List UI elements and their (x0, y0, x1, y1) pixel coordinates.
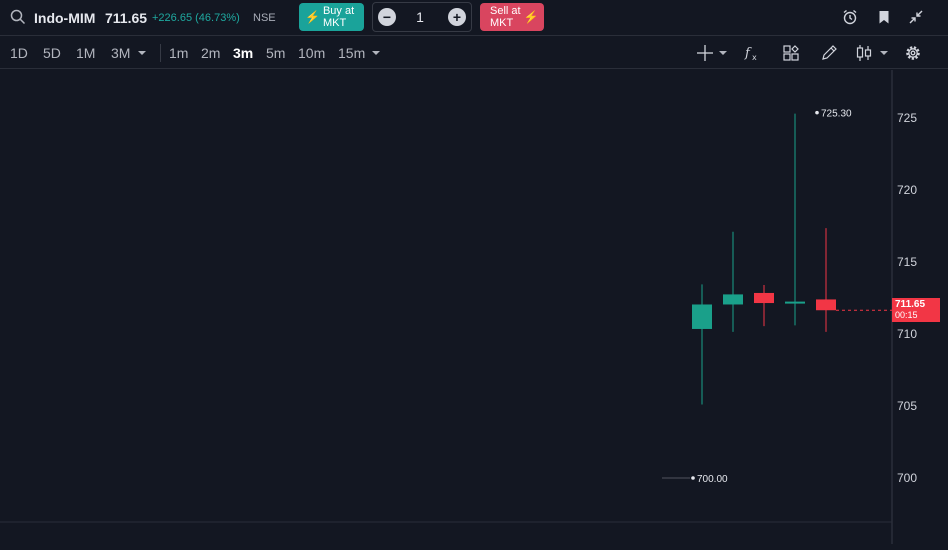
collapse-icon[interactable] (908, 9, 924, 25)
quantity-increase-button[interactable]: + (448, 8, 466, 26)
search-icon[interactable] (10, 9, 26, 25)
interval-10m[interactable]: 10m (298, 45, 325, 61)
alarm-icon[interactable] (842, 9, 858, 25)
candle-body (692, 304, 712, 329)
gear-icon[interactable] (904, 44, 922, 62)
price-chart[interactable]: 725 720 715 710 705 700 725.30 700.00 711.65 0… (0, 70, 948, 550)
interval-1m[interactable]: 1m (169, 45, 188, 61)
interval-2m[interactable]: 2m (201, 45, 220, 61)
price-change: +226.65 (46.73%) (152, 12, 240, 24)
current-price: 711.65 (105, 10, 148, 26)
bolt-icon: ⚡ (305, 10, 320, 24)
bookmark-icon[interactable] (876, 9, 892, 25)
price-tick-label: 710 (897, 327, 917, 341)
range-3m[interactable]: 3M (111, 45, 130, 61)
fx-icon[interactable]: f x (744, 44, 762, 62)
candlestick-chart[interactable]: 725 720 715 710 705 700 725.30 700.00 (0, 70, 948, 550)
range-5d[interactable]: 5D (43, 45, 61, 61)
svg-text:f: f (744, 46, 752, 61)
interval-3m[interactable]: 3m (233, 45, 253, 61)
range-dropdown-caret[interactable] (138, 51, 146, 55)
buy-at-market-button[interactable]: ⚡ Buy at MKT (299, 3, 364, 31)
crosshair-icon[interactable] (696, 44, 714, 62)
price-tick-label: 725 (897, 111, 917, 125)
buy-button-label: Buy at MKT (322, 5, 355, 29)
price-tick-label: 715 (897, 255, 917, 269)
bar-countdown: 00:15 (895, 310, 918, 320)
crosshair-dropdown-caret[interactable] (719, 51, 727, 55)
pencil-icon[interactable] (820, 44, 838, 62)
interval-dropdown-caret[interactable] (372, 51, 380, 55)
exchange-label: NSE (253, 12, 276, 24)
chart-toolbar: 1D 5D 1M 3M 1m 2m 3m 5m 10m 15m f x (0, 37, 948, 69)
candlestick-icon[interactable] (855, 44, 873, 62)
candle-body (816, 299, 836, 311)
high-marker-dot (815, 110, 819, 115)
layout-grid-icon[interactable] (782, 44, 800, 62)
svg-text:x: x (752, 53, 757, 62)
price-tick-label: 705 (897, 399, 917, 413)
range-1d[interactable]: 1D (10, 45, 28, 61)
quantity-stepper: − 1 + (372, 2, 472, 32)
last-price-label: 711.65 00:15 (892, 298, 940, 322)
quantity-decrease-button[interactable]: − (378, 8, 396, 26)
sell-button-label: Sell at MKT (490, 5, 521, 29)
interval-15m[interactable]: 15m (338, 45, 365, 61)
range-1m[interactable]: 1M (76, 45, 95, 61)
bolt-icon: ⚡ (523, 10, 539, 24)
sell-at-market-button[interactable]: Sell at MKT ⚡ (480, 3, 544, 31)
top-bar: Indo-MIM 711.65 +226.65 (46.73%) NSE ⚡ B… (0, 0, 948, 36)
symbol-name[interactable]: Indo-MIM (34, 10, 95, 26)
interval-5m[interactable]: 5m (266, 45, 285, 61)
last-price-value: 711.65 (895, 299, 926, 310)
price-tick-label: 720 (897, 183, 917, 197)
toolbar-divider (160, 44, 161, 62)
high-annotation: 725.30 (821, 109, 852, 120)
candle-body (723, 294, 743, 305)
price-tick-label: 700 (897, 471, 917, 485)
candle-body (754, 292, 774, 304)
candle-body (785, 301, 805, 304)
low-annotation: 700.00 (697, 474, 728, 485)
chart-type-dropdown-caret[interactable] (880, 51, 888, 55)
quantity-input[interactable]: 1 (413, 9, 427, 25)
low-marker-dot (691, 476, 695, 480)
